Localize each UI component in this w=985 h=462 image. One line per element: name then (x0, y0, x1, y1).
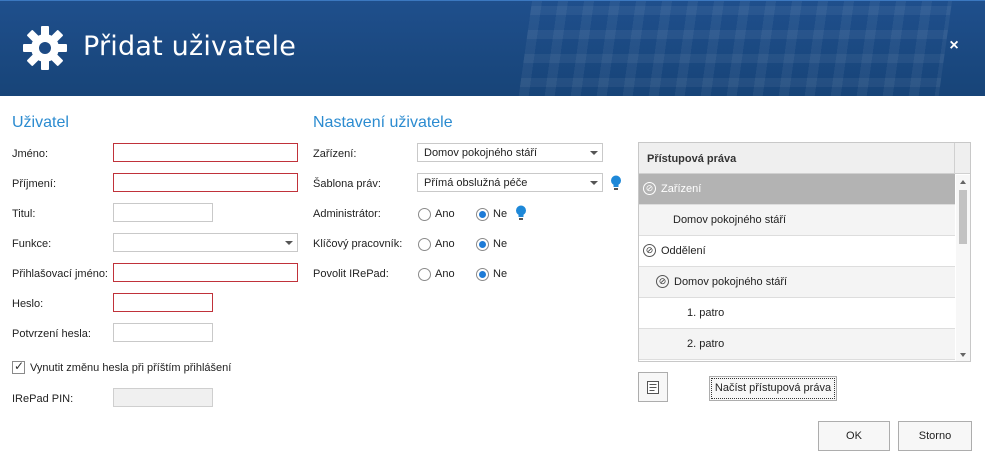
facility-select[interactable]: Domov pokojného stáří (417, 143, 603, 162)
tree-row-facility[interactable]: ⊘ Zařízení (639, 174, 955, 205)
facility-label: Zařízení: (313, 148, 357, 160)
administrator-no-radio[interactable] (476, 208, 489, 221)
irepad-pin-label: IRePad PIN: (12, 393, 74, 405)
tree-row-department-facility[interactable]: ⊘ Domov pokojného stáří (639, 267, 955, 298)
login-label: Přihlašovací jméno: (12, 268, 108, 280)
allow-irepad-yes-radio[interactable] (418, 268, 431, 281)
scrollbar-thumb[interactable] (959, 190, 967, 244)
scroll-down-icon[interactable] (960, 353, 966, 357)
rights-template-value: Přímá obslužná péče (424, 177, 528, 189)
dialog-header: Přidat uživatele × (0, 0, 985, 96)
chevron-down-icon (285, 241, 293, 245)
function-label: Funkce: (12, 238, 52, 250)
function-select[interactable] (113, 233, 298, 252)
password-confirm-field[interactable] (113, 323, 213, 342)
force-change-label: Vynutit změnu hesla při příštím přihláše… (30, 362, 232, 374)
tree-row-floor-2[interactable]: 2. patro (639, 329, 955, 360)
password-field[interactable] (113, 293, 213, 312)
title-field[interactable] (113, 203, 213, 222)
load-access-rights-button[interactable]: Načíst přístupová práva (709, 376, 837, 401)
tree-row-label: Oddělení (661, 245, 706, 257)
grid-scrollbar[interactable] (956, 175, 970, 361)
password-label: Heslo: (12, 298, 44, 310)
allow-irepad-no-label: Ne (493, 268, 508, 280)
allow-irepad-yes-label: Ano (435, 268, 455, 280)
tree-row-label: Domov pokojného stáří (674, 276, 788, 288)
force-change-checkbox[interactable]: ✓ (12, 359, 25, 374)
cancel-button[interactable]: Storno (898, 421, 972, 451)
dialog-title: Přidat uživatele (83, 31, 297, 62)
access-rights-header: Přístupová práva (639, 143, 970, 174)
administrator-no-label: Ne (493, 208, 508, 220)
lightbulb-icon[interactable] (610, 175, 622, 191)
key-worker-no-label: Ne (493, 238, 508, 250)
facility-value: Domov pokojného stáří (424, 147, 538, 159)
list-icon (647, 381, 659, 394)
irepad-pin-field[interactable] (113, 388, 213, 407)
administrator-label: Administrátor: (313, 208, 381, 220)
administrator-yes-label: Ano (435, 208, 455, 220)
header-decoration (516, 1, 954, 96)
tree-row-label: 2. patro (687, 338, 725, 350)
settings-section-title: Nastavení uživatele (313, 114, 453, 131)
tree-row-floor-1[interactable]: 1. patro (639, 298, 955, 329)
collapse-icon[interactable]: ⊘ (643, 244, 656, 257)
password-confirm-label: Potvrzení hesla: (12, 328, 91, 340)
chevron-down-icon (590, 181, 598, 185)
last-name-label: Příjmení: (12, 178, 57, 190)
close-button[interactable]: × (947, 38, 961, 54)
key-worker-no-radio[interactable] (476, 238, 489, 251)
rights-template-label: Šablona práv: (313, 178, 381, 190)
key-worker-yes-radio[interactable] (418, 238, 431, 251)
access-rights-header-label: Přístupová práva (647, 153, 737, 165)
chevron-down-icon (590, 151, 598, 155)
last-name-field[interactable] (113, 173, 298, 192)
administrator-yes-radio[interactable] (418, 208, 431, 221)
first-name-field[interactable] (113, 143, 298, 162)
tree-row-label: Domov pokojného stáří (673, 214, 787, 226)
rights-template-select[interactable]: Přímá obslužná péče (417, 173, 603, 192)
tree-row-label: 1. patro (687, 307, 725, 319)
lightbulb-icon[interactable] (515, 205, 527, 221)
tree-row-facility-item[interactable]: Domov pokojného stáří (639, 205, 955, 236)
collapse-icon[interactable]: ⊘ (643, 182, 656, 195)
tree-row-department[interactable]: ⊘ Oddělení (639, 236, 955, 267)
first-name-label: Jméno: (12, 148, 49, 160)
login-field[interactable] (113, 263, 298, 282)
key-worker-yes-label: Ano (435, 238, 455, 250)
title-label: Titul: (12, 208, 36, 220)
collapse-icon[interactable]: ⊘ (656, 275, 669, 288)
user-section-title: Uživatel (12, 114, 69, 131)
key-worker-label: Klíčový pracovník: (313, 238, 403, 250)
access-rights-grid[interactable]: Přístupová práva ⊘ Zařízení Domov pokojn… (638, 142, 971, 362)
gear-icon (23, 26, 67, 70)
allow-irepad-label: Povolit IRePad: (313, 268, 389, 280)
scroll-up-icon[interactable] (960, 180, 966, 184)
list-button[interactable] (638, 372, 668, 402)
header-divider (954, 143, 955, 174)
allow-irepad-no-radio[interactable] (476, 268, 489, 281)
check-icon: ✓ (14, 359, 25, 373)
ok-button[interactable]: OK (818, 421, 890, 451)
tree-row-label: Zařízení (661, 183, 702, 195)
